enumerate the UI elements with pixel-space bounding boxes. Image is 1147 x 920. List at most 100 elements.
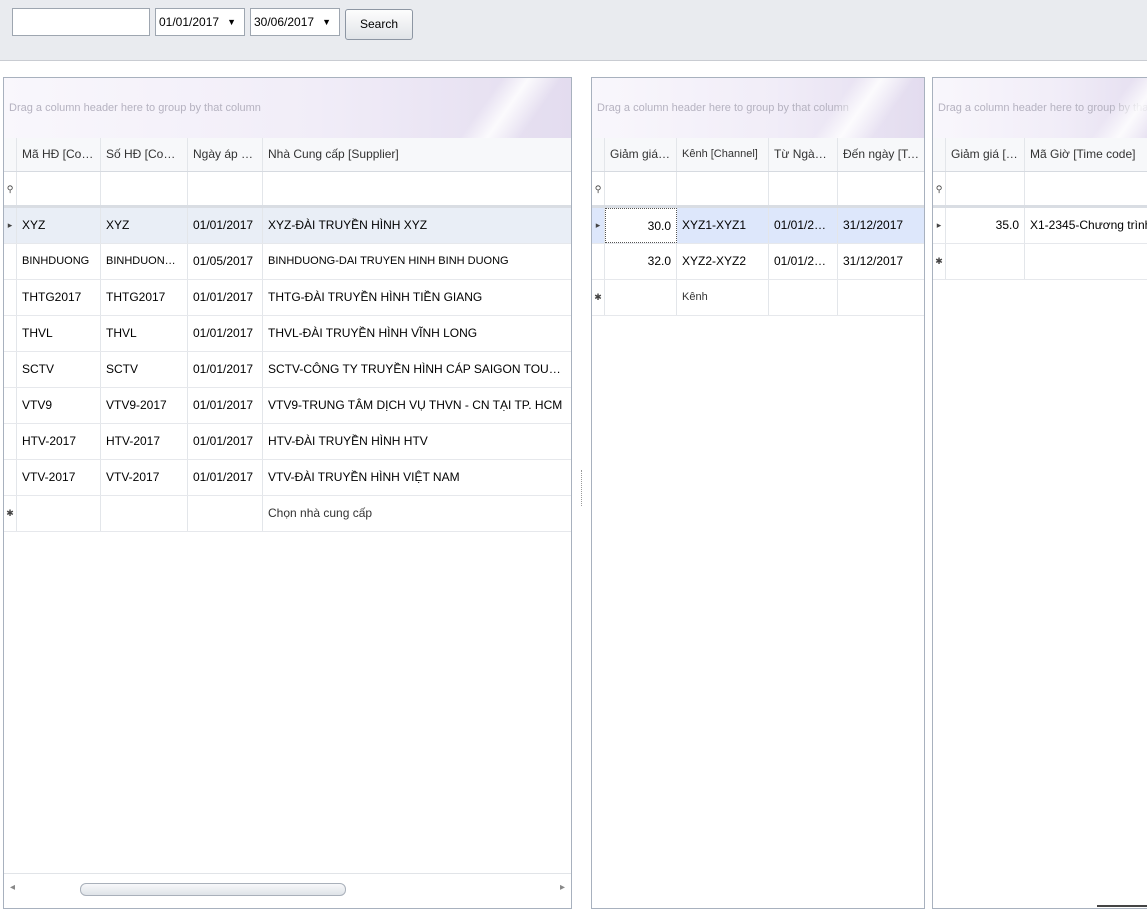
table-row[interactable]: HTV-2017 HTV-2017 01/01/2017 HTV-ĐÀI TRU…	[4, 424, 571, 460]
contract-number-cell[interactable]: HTV-2017	[101, 424, 188, 459]
filter-cell[interactable]	[263, 172, 571, 205]
discount-cell[interactable]: 32.0	[605, 244, 677, 279]
column-header-from-date[interactable]: Từ Ngày [F...	[769, 138, 838, 171]
group-by-area[interactable]: Drag a column header here to group by th…	[592, 78, 924, 138]
column-header-contract-number[interactable]: Số HĐ [Contra...	[101, 138, 188, 171]
time-code-cell[interactable]: X1-2345-Chương trình phim	[1025, 208, 1147, 243]
contract-number-cell[interactable]: XYZ	[101, 208, 188, 243]
table-row[interactable]: VTV9 VTV9-2017 01/01/2017 VTV9-TRUNG TÂM…	[4, 388, 571, 424]
column-header-to-date[interactable]: Đến ngày [To ...	[838, 138, 924, 171]
column-header-discount-label: Giảm giá...	[610, 147, 669, 161]
contract-code-cell[interactable]: XYZ	[17, 208, 101, 243]
column-header-discount[interactable]: Giảm giá [Di...	[946, 138, 1025, 171]
filter-cell[interactable]	[946, 172, 1025, 205]
table-row[interactable]: VTV-2017 VTV-2017 01/01/2017 VTV-ĐÀI TRU…	[4, 460, 571, 496]
table-row[interactable]: THTG2017 THTG2017 01/01/2017 THTG-ĐÀI TR…	[4, 280, 571, 316]
apply-date-cell[interactable]: 01/01/2017	[188, 424, 263, 459]
discount-cell[interactable]: 30.0	[605, 208, 677, 243]
group-by-area[interactable]: Drag a column header here to group by th…	[4, 78, 571, 138]
chevron-down-icon[interactable]: ▼	[227, 9, 236, 35]
column-header-supplier[interactable]: Nhà Cung cấp [Supplier]	[263, 138, 571, 171]
horizontal-scrollbar[interactable]: ◂ ▸	[4, 873, 571, 908]
table-row[interactable]: THVL THVL 01/01/2017 THVL-ĐÀI TRUYỀN HÌN…	[4, 316, 571, 352]
new-row-icon: ✱	[4, 496, 17, 531]
apply-date-cell[interactable]: 01/01/2017	[188, 388, 263, 423]
supplier-cell[interactable]: VTV9-TRUNG TÂM DỊCH VỤ THVN - CN TẠI TP.…	[263, 388, 571, 423]
table-row[interactable]: ▸ 30.0 XYZ1-XYZ1 01/01/2017 31/12/2017	[592, 208, 924, 244]
supplier-cell[interactable]: BINHDUONG-DAI TRUYEN HINH BINH DUONG	[263, 244, 571, 279]
contract-number-cell[interactable]: VTV-2017	[101, 460, 188, 495]
apply-date-cell[interactable]: 01/01/2017	[188, 280, 263, 315]
contract-number-cell[interactable]: THVL	[101, 316, 188, 351]
contract-code-cell[interactable]: SCTV	[17, 352, 101, 387]
new-item-row[interactable]: ✱	[933, 244, 1147, 280]
contract-code-cell[interactable]: VTV9	[17, 388, 101, 423]
column-header-apply-date[interactable]: Ngày áp dụ...	[188, 138, 263, 171]
group-by-hint: Drag a column header here to group by th…	[597, 102, 849, 114]
new-row-icon: ✱	[592, 280, 605, 315]
supplier-cell[interactable]: XYZ-ĐÀI TRUYỀN HÌNH XYZ	[263, 208, 571, 243]
supplier-cell[interactable]: VTV-ĐÀI TRUYỀN HÌNH VIỆT NAM	[263, 460, 571, 495]
chevron-down-icon[interactable]: ▼	[322, 9, 331, 35]
search-input[interactable]	[12, 8, 150, 36]
contract-number-cell[interactable]: VTV9-2017	[101, 388, 188, 423]
discount-cell[interactable]: 35.0	[946, 208, 1025, 243]
filter-icon: ⚲	[592, 172, 605, 205]
supplier-cell[interactable]: THTG-ĐÀI TRUYỀN HÌNH TIỀN GIANG	[263, 280, 571, 315]
search-button[interactable]: Search	[345, 9, 413, 40]
contract-code-cell[interactable]: BINHDUONG	[17, 244, 101, 279]
filter-cell[interactable]	[188, 172, 263, 205]
supplier-cell[interactable]: HTV-ĐÀI TRUYỀN HÌNH HTV	[263, 424, 571, 459]
table-row[interactable]: ▸ 35.0 X1-2345-Chương trình phim	[933, 208, 1147, 244]
contract-number-cell[interactable]: BINHDUONG-2917	[101, 244, 188, 279]
contract-code-cell[interactable]: VTV-2017	[17, 460, 101, 495]
supplier-cell[interactable]: THVL-ĐÀI TRUYỀN HÌNH VĨNH LONG	[263, 316, 571, 351]
contract-code-cell[interactable]: HTV-2017	[17, 424, 101, 459]
new-row-icon: ✱	[933, 244, 946, 279]
contract-number-cell[interactable]: THTG2017	[101, 280, 188, 315]
from-date-picker[interactable]: 01/01/2017 ▼	[155, 8, 245, 36]
from-date-cell[interactable]: 01/01/2017	[769, 244, 838, 279]
channel-cell[interactable]: XYZ2-XYZ2	[677, 244, 769, 279]
table-row[interactable]: 32.0 XYZ2-XYZ2 01/01/2017 31/12/2017	[592, 244, 924, 280]
splitter-handle[interactable]	[581, 470, 584, 506]
scroll-right-icon[interactable]: ▸	[560, 882, 565, 893]
apply-date-cell[interactable]: 01/01/2017	[188, 352, 263, 387]
channel-cell[interactable]: XYZ1-XYZ1	[677, 208, 769, 243]
group-by-area[interactable]: Drag a column header here to group by th…	[933, 78, 1147, 138]
channel-select-hint[interactable]: Kênh	[677, 280, 769, 315]
to-date-picker[interactable]: 30/06/2017 ▼	[250, 8, 340, 36]
column-header-time-code[interactable]: Mã Giờ [Time code]	[1025, 138, 1147, 171]
new-item-row[interactable]: ✱ Kênh	[592, 280, 924, 316]
apply-date-cell[interactable]: 01/01/2017	[188, 460, 263, 495]
supplier-cell[interactable]: SCTV-CÔNG TY TRUYỀN HÌNH CÁP SAIGON TOUR…	[263, 352, 571, 387]
to-date-cell[interactable]: 31/12/2017	[838, 244, 924, 279]
new-item-row[interactable]: ✱ Chọn nhà cung cấp	[4, 496, 571, 532]
column-header-channel[interactable]: Kênh [Channel]	[677, 138, 769, 171]
table-row[interactable]: SCTV SCTV 01/01/2017 SCTV-CÔNG TY TRUYỀN…	[4, 352, 571, 388]
filter-cell[interactable]	[838, 172, 924, 205]
filter-cell[interactable]	[17, 172, 101, 205]
apply-date-cell[interactable]: 01/05/2017	[188, 244, 263, 279]
from-date-cell[interactable]: 01/01/2017	[769, 208, 838, 243]
column-header-contract-code[interactable]: Mã HĐ [Contrac...	[17, 138, 101, 171]
filter-cell[interactable]	[677, 172, 769, 205]
column-header-discount[interactable]: Giảm giá... ▲	[605, 138, 677, 171]
contract-code-cell[interactable]: THVL	[17, 316, 101, 351]
filter-cell[interactable]	[605, 172, 677, 205]
contract-code-cell[interactable]: THTG2017	[17, 280, 101, 315]
supplier-select-hint[interactable]: Chọn nhà cung cấp	[263, 496, 571, 531]
row-indicator-icon: ▸	[592, 208, 605, 243]
filter-cell[interactable]	[1025, 172, 1147, 205]
table-row[interactable]: ▸ XYZ XYZ 01/01/2017 XYZ-ĐÀI TRUYỀN HÌNH…	[4, 208, 571, 244]
contract-number-cell[interactable]: SCTV	[101, 352, 188, 387]
apply-date-cell[interactable]: 01/01/2017	[188, 208, 263, 243]
table-row[interactable]: BINHDUONG BINHDUONG-2917 01/05/2017 BINH…	[4, 244, 571, 280]
filter-cell[interactable]	[769, 172, 838, 205]
filter-cell[interactable]	[101, 172, 188, 205]
to-date-cell[interactable]: 31/12/2017	[838, 208, 924, 243]
row-indicator-icon: ▸	[933, 208, 946, 243]
apply-date-cell[interactable]: 01/01/2017	[188, 316, 263, 351]
scroll-left-icon[interactable]: ◂	[10, 882, 15, 893]
scrollbar-thumb[interactable]	[80, 883, 346, 896]
